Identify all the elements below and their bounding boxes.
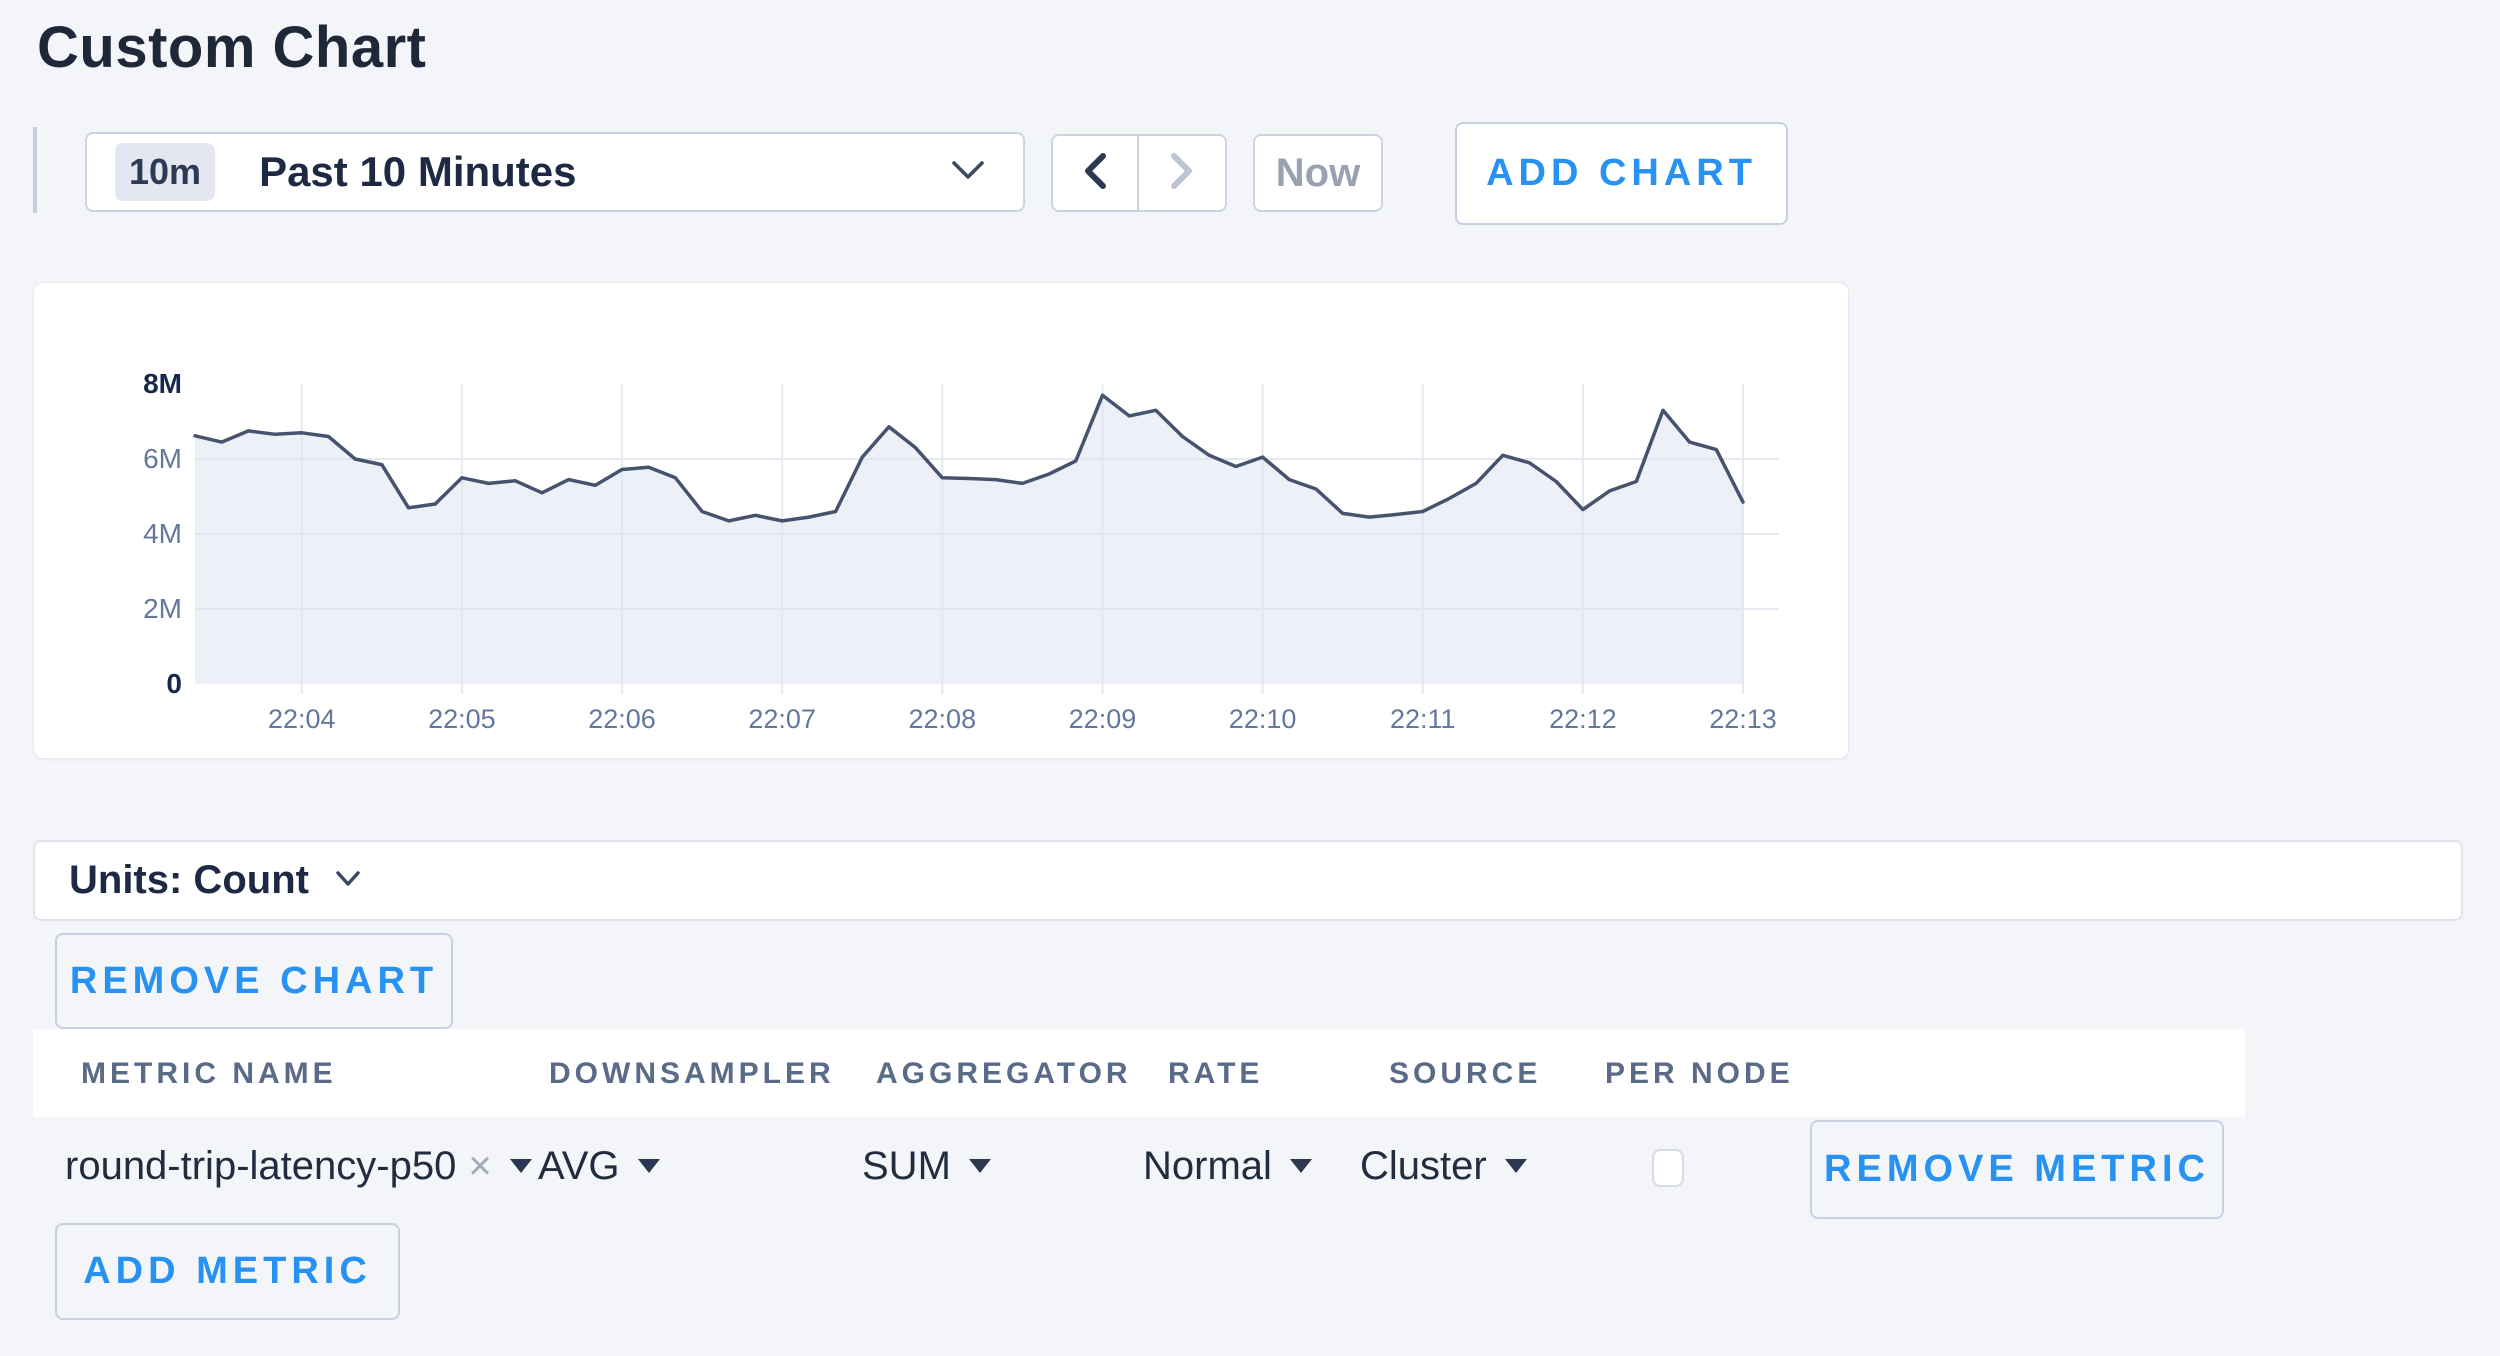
source-select[interactable]: Cluster	[1360, 1117, 1527, 1215]
chevron-left-icon	[1082, 151, 1108, 196]
add-chart-button[interactable]: ADD CHART	[1455, 122, 1788, 225]
header-rate: RATE	[1168, 1057, 1263, 1091]
caret-down-icon	[1290, 1159, 1312, 1173]
timeseries-chart-card: 22:04 22:05 22:06 22:07 22:08 22:09 22:10 22:11…	[33, 282, 1849, 759]
x-tick-label: 22:09	[1069, 704, 1137, 734]
rate-select[interactable]: Normal	[1143, 1117, 1312, 1215]
downsampler-value: AVG	[538, 1144, 620, 1189]
caret-down-icon	[969, 1159, 991, 1173]
y-tick-label: 6M	[143, 443, 182, 474]
toolbar-left-divider	[33, 127, 37, 213]
x-tick-label: 22:12	[1549, 704, 1617, 734]
step-back-button[interactable]	[1053, 136, 1139, 210]
x-tick-label: 22:04	[268, 704, 336, 734]
y-tick-label: 0	[166, 668, 182, 699]
downsampler-select[interactable]: AVG	[538, 1117, 660, 1215]
y-tick-label: 8M	[143, 368, 182, 399]
aggregator-value: SUM	[862, 1144, 951, 1189]
header-downsampler: DOWNSAMPLER	[549, 1057, 835, 1091]
now-button[interactable]: Now	[1253, 134, 1383, 212]
timeseries-chart: 22:04 22:05 22:06 22:07 22:08 22:09 22:10 22:11…	[34, 283, 1850, 760]
time-range-dropdown[interactable]: 10m Past 10 Minutes	[85, 132, 1025, 212]
source-value: Cluster	[1360, 1144, 1487, 1189]
x-tick-label: 22:08	[909, 704, 977, 734]
x-tick-label: 22:13	[1709, 704, 1777, 734]
x-tick-label: 22:06	[588, 704, 656, 734]
remove-chart-button[interactable]: REMOVE CHART	[55, 933, 453, 1029]
time-range-badge: 10m	[115, 143, 215, 201]
chevron-down-icon	[335, 870, 361, 892]
metrics-table-header: METRIC NAME DOWNSAMPLER AGGREGATOR RATE …	[33, 1029, 2245, 1117]
x-tick-label: 22:05	[428, 704, 496, 734]
add-metric-button[interactable]: ADD METRIC	[55, 1223, 400, 1320]
units-dropdown[interactable]: Units: Count	[33, 840, 2463, 921]
x-tick-label: 22:07	[748, 704, 816, 734]
rate-value: Normal	[1143, 1144, 1272, 1189]
step-forward-button[interactable]	[1139, 136, 1225, 210]
chevron-right-icon	[1169, 151, 1195, 196]
metric-name-value: round-trip-latency-p50	[65, 1144, 456, 1189]
chevron-down-icon	[951, 159, 985, 186]
caret-down-icon	[638, 1159, 660, 1173]
remove-tag-icon[interactable]: ×	[468, 1144, 491, 1189]
metric-name-select[interactable]: round-trip-latency-p50 ×	[65, 1117, 532, 1215]
aggregator-select[interactable]: SUM	[862, 1117, 991, 1215]
time-range-label: Past 10 Minutes	[259, 148, 576, 196]
time-step-button-group	[1051, 134, 1227, 212]
y-tick-label: 4M	[143, 518, 182, 549]
area-series	[195, 395, 1743, 684]
header-metric-name: METRIC NAME	[81, 1057, 337, 1091]
caret-down-icon	[510, 1159, 532, 1173]
custom-chart-page: Custom Chart 10m Past 10 Minutes Now ADD…	[0, 0, 2500, 1356]
header-source: SOURCE	[1389, 1057, 1541, 1091]
remove-metric-button[interactable]: REMOVE METRIC	[1810, 1120, 2224, 1219]
per-node-checkbox[interactable]	[1652, 1149, 1684, 1187]
page-title: Custom Chart	[37, 14, 426, 81]
x-tick-label: 22:11	[1390, 704, 1456, 734]
header-per-node: PER NODE	[1605, 1057, 1794, 1091]
caret-down-icon	[1505, 1159, 1527, 1173]
units-label: Units: Count	[69, 858, 309, 903]
header-aggregator: AGGREGATOR	[876, 1057, 1132, 1091]
x-tick-label: 22:10	[1229, 704, 1297, 734]
y-tick-label: 2M	[143, 593, 182, 624]
